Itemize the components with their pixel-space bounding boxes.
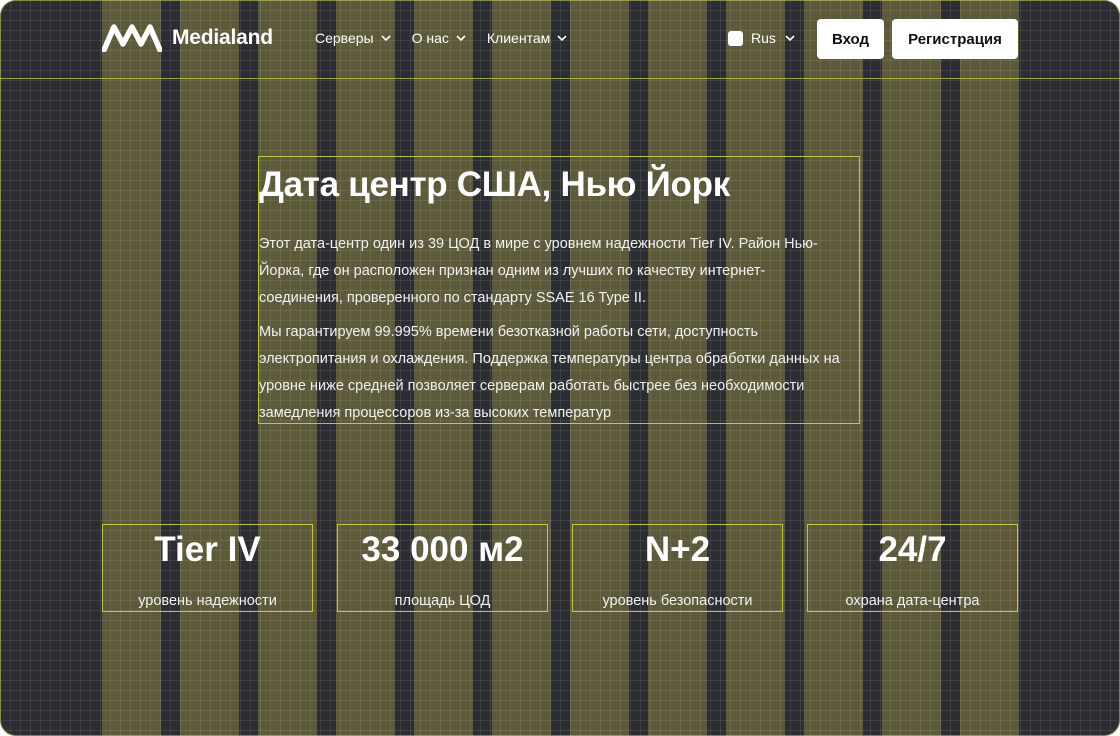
- main-nav: Серверы О нас Клиентам: [315, 30, 568, 46]
- stat-value: Tier IV: [154, 530, 261, 569]
- nav-item-clients[interactable]: Клиентам: [487, 30, 568, 46]
- chevron-down-icon: [381, 35, 391, 42]
- brand-name: Medialand: [172, 26, 273, 49]
- nav-item-label: Серверы: [315, 30, 374, 46]
- hero-paragraph-1: Этот дата-центр один из 39 ЦОД в мире с …: [259, 236, 818, 306]
- nav-item-servers[interactable]: Серверы: [315, 30, 392, 46]
- language-label: Rus: [751, 30, 776, 46]
- stat-label: площадь ЦОД: [394, 593, 491, 609]
- chevron-down-icon: [557, 35, 567, 42]
- flag-icon: [728, 30, 743, 46]
- nav-item-label: О нас: [411, 30, 449, 46]
- hero-section: Дата центр США, Нью Йорк Этот дата-центр…: [258, 156, 860, 424]
- stat-value: 33 000 м2: [361, 530, 524, 569]
- stat-value: N+2: [644, 530, 711, 569]
- stat-label: уровень безопасности: [602, 593, 753, 609]
- page-frame: Medialand Серверы О нас Клиентам Rus Вхо…: [0, 0, 1120, 736]
- stat-value: 24/7: [878, 530, 947, 569]
- page-title: Дата центр США, Нью Йорк: [259, 165, 730, 204]
- nav-item-label: Клиентам: [486, 30, 551, 46]
- stat-label: охрана дата-центра: [845, 593, 980, 609]
- language-selector[interactable]: Rus: [728, 30, 796, 46]
- stat-card-reliability: Tier IV уровень надежности: [102, 524, 313, 612]
- header-divider: [0, 78, 1120, 79]
- stat-card-area: 33 000 м2 площадь ЦОД: [337, 524, 548, 612]
- chevron-down-icon: [785, 35, 795, 42]
- chevron-down-icon: [456, 35, 466, 42]
- stat-card-security: N+2 уровень безопасности: [572, 524, 783, 612]
- hero-paragraph-2: Мы гарантируем 99.995% времени безотказн…: [259, 324, 840, 421]
- nav-item-about[interactable]: О нас: [412, 30, 467, 46]
- login-button[interactable]: Вход: [817, 19, 884, 59]
- medialand-logo-icon: [102, 24, 162, 52]
- stat-label: уровень надежности: [138, 593, 277, 609]
- register-button[interactable]: Регистрация: [892, 19, 1018, 59]
- logo[interactable]: Medialand: [102, 24, 273, 52]
- stat-card-guard: 24/7 охрана дата-центра: [807, 524, 1018, 612]
